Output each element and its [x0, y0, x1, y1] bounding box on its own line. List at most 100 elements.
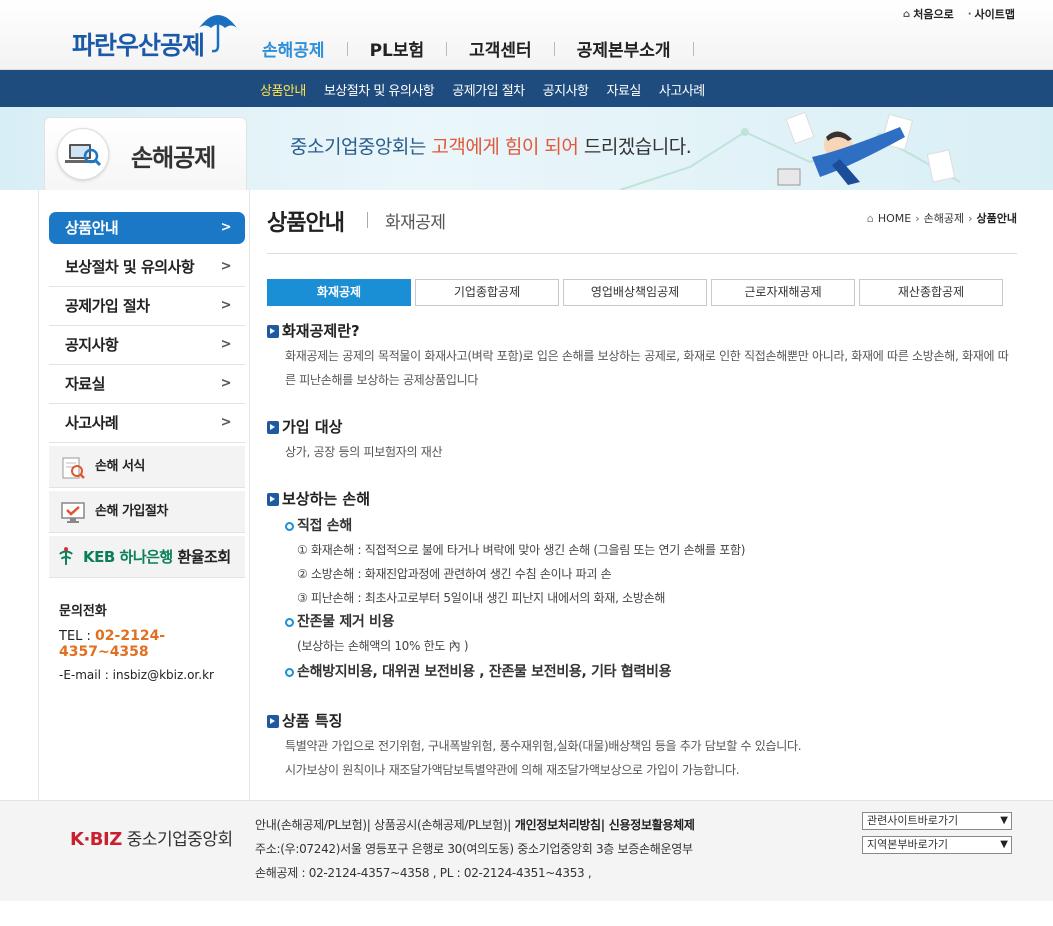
arrow-bullet-icon	[267, 325, 279, 338]
chevron-right-icon: ›	[915, 211, 920, 225]
sidebar-item-cases[interactable]: 사고사례 >	[49, 404, 245, 443]
document-search-icon	[62, 457, 85, 479]
gnb-item-pl[interactable]: PL보험	[370, 36, 425, 61]
monitor-check-icon	[61, 502, 85, 523]
breadcrumb-home[interactable]: HOME	[878, 212, 911, 225]
list-item: ② 소방손해 : 화재진압과정에 관련하여 생긴 수침 손이나 파괴 손	[297, 567, 612, 581]
divider	[692, 41, 694, 56]
sidebar-item-notice[interactable]: 공지사항 >	[49, 326, 245, 365]
join-procedure-label: 손해 가입절차	[95, 504, 168, 519]
section-text: 화재공제는 공제의 목적물이 화재사고(벼락 포함)로 입은 손해를 보상하는 …	[285, 349, 1009, 387]
sub-text: (보상하는 손해액의 10% 한도 內 )	[297, 639, 469, 653]
subnav-item-notice[interactable]: 공지사항	[543, 80, 589, 99]
chevron-right-icon: >	[220, 337, 232, 352]
subnav-item-cases[interactable]: 사고사례	[659, 80, 705, 99]
sidebar-item-label: 자료실	[65, 375, 105, 393]
contact-tel: TEL : 02-2124-4357~4358	[59, 628, 249, 660]
slogan-highlight: 고객에게 힘이 되어	[431, 136, 579, 158]
related-sites-select[interactable]: 관련사이트바로가기 ▼	[862, 812, 1012, 830]
circle-bullet-icon	[285, 522, 294, 531]
feature-line: 특별약관 가입으로 전기위험, 구내폭발위험, 풍수재위험,실화(대물)배상책임…	[285, 739, 802, 753]
section-heading: 상품 특징	[282, 712, 343, 730]
page-title: 상품안내	[267, 211, 345, 236]
home-link-label: 처음으로	[913, 8, 954, 21]
sidebar-item-products[interactable]: 상품안내 >	[49, 212, 245, 244]
logo-text: 파란우산공제	[72, 31, 205, 60]
left-sidebar: 상품안내 > 보상절차 및 유의사항 > 공제가입 절차 > 공지사항 > 자료실 > 사…	[38, 190, 250, 800]
tab-property[interactable]: 재산종합공제	[859, 279, 1003, 306]
product-tabs: 화재공제 기업종합공제 영업배상책임공제 근로자재해공제 재산종합공제	[267, 279, 1007, 306]
join-procedure-button[interactable]: 손해 가입절차	[49, 491, 245, 533]
divider	[367, 212, 368, 228]
gnb-item-damage[interactable]: 손해공제	[262, 36, 325, 61]
dot-icon: ·	[967, 8, 972, 20]
section-title: 화재공제란?	[267, 321, 1017, 341]
tab-liability[interactable]: 영업배상책임공제	[563, 279, 707, 306]
section-title: 상품 특징	[267, 711, 1017, 731]
keb-exchange-rate-button[interactable]: KEB 하나은행 환율조회	[49, 536, 245, 578]
sidebar-item-label: 보상절차 및 유의사항	[65, 258, 195, 276]
chevron-right-icon: >	[220, 415, 232, 430]
section-heading: 화재공제란?	[282, 322, 360, 340]
sitemap-link[interactable]: · 사이트맵	[968, 6, 1015, 22]
site-header: 파란우산공제 손해공제 PL보험 고객센터 공제본부소개 ⌂ 처음으로 · 사이트맵	[0, 0, 1053, 70]
site-footer: K·BIZ 중소기업중앙회 안내(손해공제/PL보험)| 상품공시(손해공제/P…	[0, 800, 1053, 901]
slogan-part-1: 중소기업중앙회는	[290, 136, 432, 158]
sidebar-item-join[interactable]: 공제가입 절차 >	[49, 287, 245, 326]
sub-title: 잔존물 제거 비용	[267, 610, 1017, 634]
breadcrumb: ⌂ HOME › 손해공제 › 상품안내	[867, 210, 1017, 226]
sub-nav: 상품안내 보상절차 및 유의사항 공제가입 절차 공지사항 자료실 사고사례	[0, 70, 1053, 107]
subnav-item-library[interactable]: 자료실	[607, 80, 642, 99]
tab-worker[interactable]: 근로자재해공제	[711, 279, 855, 306]
utility-links: ⌂ 처음으로 · 사이트맵	[889, 6, 1015, 22]
sidebar-item-library[interactable]: 자료실 >	[49, 365, 245, 404]
footer-logo: K·BIZ 중소기업중앙회	[70, 825, 233, 850]
section-text: 상가, 공장 등의 피보험자의 재산	[285, 445, 443, 459]
main-content: 상품안내 화재공제 ⌂ HOME › 손해공제 › 상품안내 화재공제 기업종합…	[267, 190, 1017, 777]
home-icon: ⌂	[903, 8, 911, 20]
section-title: 보상하는 손해	[267, 489, 1017, 509]
regional-office-select[interactable]: 지역본부바로가기 ▼	[862, 836, 1012, 854]
footer-link-notice[interactable]: 안내(손해공제/PL보험)| 상품공시(손해공제/PL보험)|	[255, 818, 511, 832]
section-title: 손해공제	[131, 144, 216, 172]
umbrella-icon	[199, 15, 237, 53]
tab-corporate[interactable]: 기업종합공제	[415, 279, 559, 306]
chevron-down-icon: ▼	[1000, 815, 1008, 826]
footer-address: 주소:(우:07242)서울 영등포구 은행로 30(여의도동) 중소기업중앙회…	[255, 842, 693, 856]
select-value: 지역본부바로가기	[867, 838, 948, 851]
home-icon: ⌂	[866, 211, 874, 225]
section-icon-circle	[57, 128, 109, 180]
list-item: ① 화재손해 : 직접적으로 불에 타거나 벼락에 맞아 생긴 손해 (그을림 …	[297, 543, 746, 557]
tel-label: TEL :	[59, 629, 96, 644]
list-item: ③ 피난손해 : 최초사고로부터 5일이내 생긴 피난지 내에서의 화재, 소방…	[297, 591, 666, 605]
subnav-item-claims[interactable]: 보상절차 및 유의사항	[324, 80, 435, 99]
keb-logo-icon	[59, 547, 73, 565]
damage-forms-button[interactable]: 손해 서식	[49, 446, 245, 488]
kbiz-logo-text: K·BIZ	[70, 829, 122, 850]
chevron-right-icon: >	[220, 298, 232, 313]
subnav-item-join[interactable]: 공제가입 절차	[452, 80, 525, 99]
sidebar-item-claims[interactable]: 보상절차 및 유의사항 >	[49, 248, 245, 287]
arrow-bullet-icon	[267, 493, 279, 506]
page-header: 상품안내 화재공제 ⌂ HOME › 손해공제 › 상품안내	[267, 190, 1017, 254]
tab-fire[interactable]: 화재공제	[267, 279, 411, 306]
home-link[interactable]: ⌂ 처음으로	[903, 6, 954, 22]
gnb-item-about[interactable]: 공제본부소개	[577, 36, 671, 61]
select-value: 관련사이트바로가기	[867, 814, 959, 827]
subnav-item-products[interactable]: 상품안내	[260, 80, 306, 99]
sub-list: ① 화재손해 : 직접적으로 불에 타거나 벼락에 맞아 생긴 손해 (그을림 …	[267, 538, 1017, 610]
laptop-search-icon	[65, 144, 102, 167]
contact-title: 문의전화	[59, 604, 107, 619]
section-heading: 보상하는 손해	[282, 490, 371, 508]
sub-heading: 손해방지비용, 대위권 보전비용 , 잔존물 보전비용, 기타 협력비용	[297, 664, 672, 680]
site-logo[interactable]: 파란우산공제	[72, 6, 240, 62]
footer-link-privacy[interactable]: 개인정보처리방침| 신용정보활용체제	[511, 818, 695, 832]
sub-title: 손해방지비용, 대위권 보전비용 , 잔존물 보전비용, 기타 협력비용	[267, 660, 1017, 684]
gnb-item-customer[interactable]: 고객센터	[469, 36, 532, 61]
section-heading: 가입 대상	[282, 418, 343, 436]
sidebar-menu: 상품안내 > 보상절차 및 유의사항 > 공제가입 절차 > 공지사항 > 자료실 > 사…	[49, 212, 245, 578]
breadcrumb-damage[interactable]: 손해공제	[924, 210, 964, 226]
section-text: 특별약관 가입으로 전기위험, 구내폭발위험, 풍수재위험,실화(대물)배상책임…	[267, 734, 1017, 782]
section-title-box: 손해공제	[44, 117, 247, 190]
sidebar-item-label: 공지사항	[65, 336, 119, 354]
